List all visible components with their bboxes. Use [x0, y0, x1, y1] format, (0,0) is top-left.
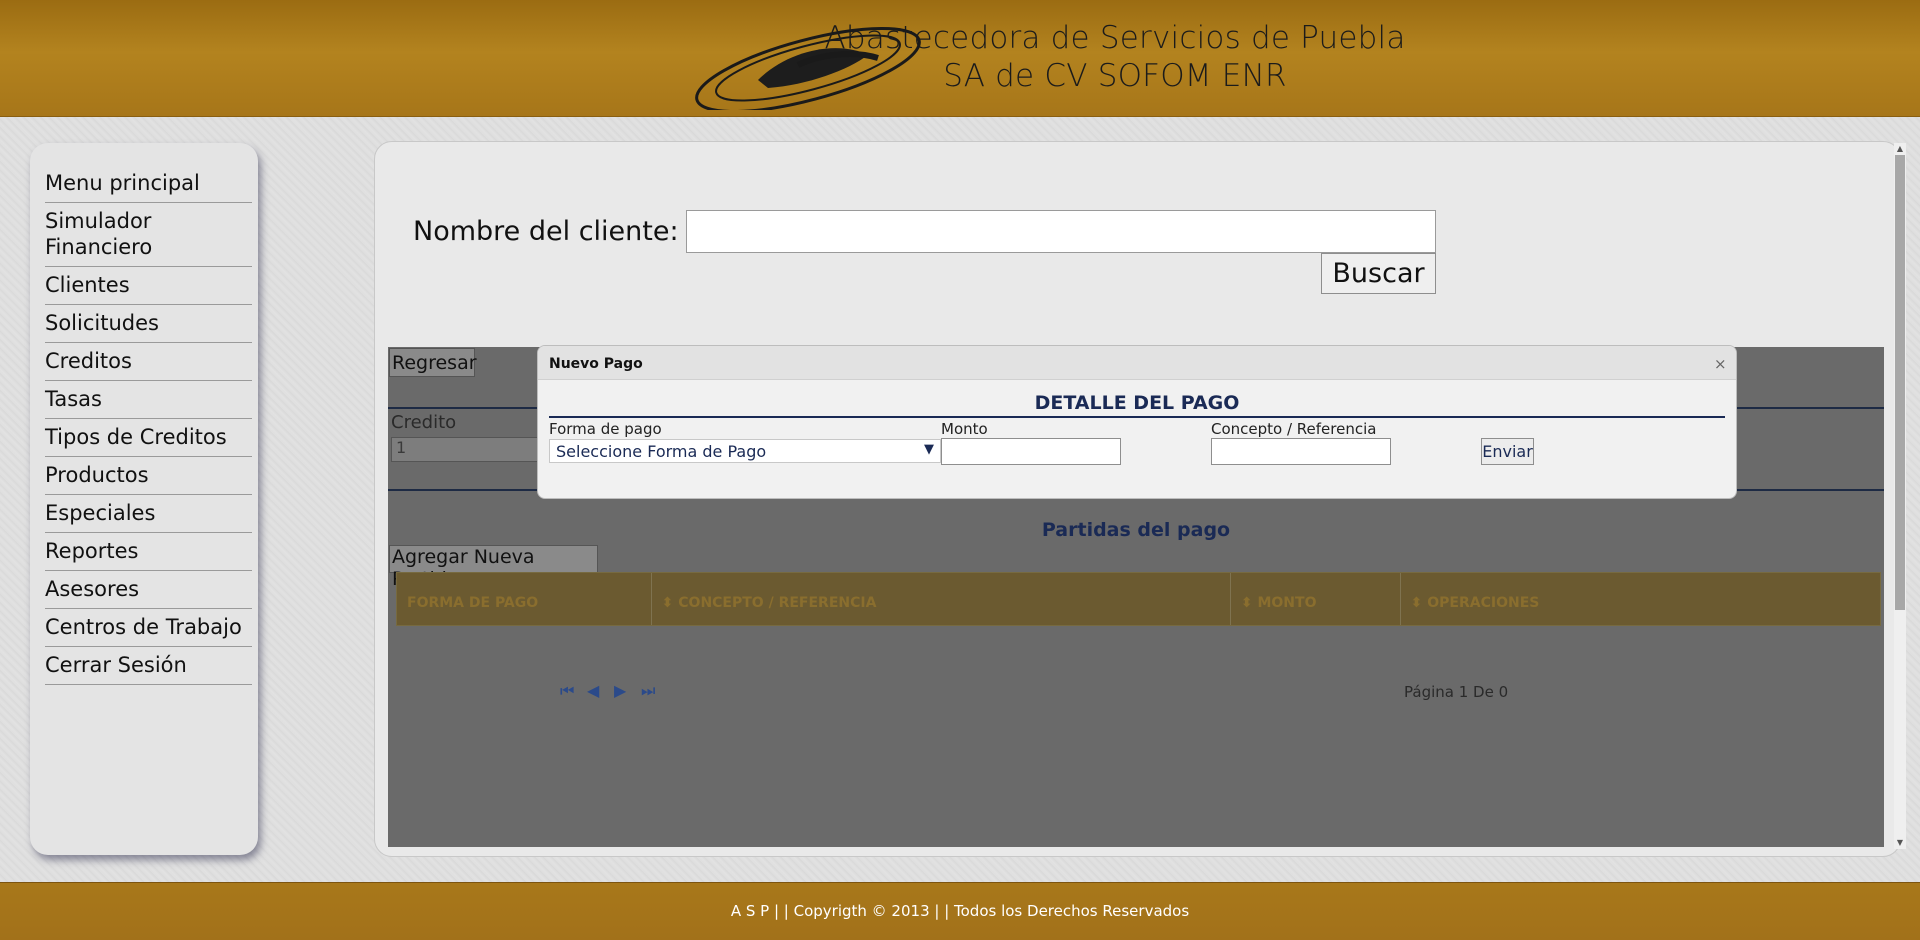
company-name-line1: Abastecedora de Servicios de Puebla — [824, 20, 1406, 56]
sidebar-item-tipos-de-creditos[interactable]: Tipos de Creditos — [45, 419, 252, 457]
sidebar-item-centros-de-trabajo[interactable]: Centros de Trabajo — [45, 609, 252, 647]
page-indicator: Página 1 De 0 — [1404, 683, 1509, 701]
column-label: OPERACIONES — [1427, 595, 1540, 611]
vertical-scrollbar[interactable]: ▲ ▼ — [1894, 143, 1906, 849]
new-payment-dialog: Nuevo Pago × DETALLE DEL PAGO Forma de p… — [537, 345, 1737, 499]
payment-method-selected: Seleccione Forma de Pago — [556, 442, 767, 461]
last-page-icon[interactable]: ⏭ — [641, 682, 659, 700]
sidebar-item-tasas[interactable]: Tasas — [45, 381, 252, 419]
prev-page-icon[interactable]: ◀ — [587, 682, 605, 700]
credito-label: Credito — [391, 412, 457, 433]
payment-detail-title: DETALLE DEL PAGO — [1034, 392, 1240, 414]
partidas-title: Partidas del pago — [1041, 519, 1231, 541]
copyright-text: A S P | | Copyrigth © 2013 | | Todos los… — [730, 902, 1190, 920]
submit-button[interactable]: Enviar — [1481, 438, 1534, 465]
credito-field: 1 — [391, 437, 541, 462]
sidebar-item-menu-principal[interactable]: Menu principal — [45, 165, 252, 203]
sidebar-menu: Menu principal Simulador Financiero Clie… — [30, 143, 258, 855]
column-concepto-referencia[interactable]: ⬍ CONCEPTO / REFERENCIA — [652, 573, 1231, 625]
sidebar-item-cerrar-sesion[interactable]: Cerrar Sesión — [45, 647, 252, 685]
first-page-icon[interactable]: ⏮ — [560, 682, 578, 700]
column-label: MONTO — [1257, 595, 1317, 611]
header-banner: Abastecedora de Servicios de Puebla SA d… — [0, 0, 1920, 117]
search-button[interactable]: Buscar — [1321, 253, 1436, 294]
payment-method-label: Forma de pago — [549, 420, 662, 438]
sidebar-item-productos[interactable]: Productos — [45, 457, 252, 495]
sidebar-item-creditos[interactable]: Creditos — [45, 343, 252, 381]
sidebar-item-asesores[interactable]: Asesores — [45, 571, 252, 609]
scroll-thumb[interactable] — [1895, 155, 1905, 610]
column-monto[interactable]: ⬍ MONTO — [1231, 573, 1401, 625]
payment-method-select[interactable]: Seleccione Forma de Pago ▼ — [549, 439, 941, 463]
sidebar-item-especiales[interactable]: Especiales — [45, 495, 252, 533]
client-name-label: Nombre del cliente: — [413, 216, 679, 247]
sidebar-item-clientes[interactable]: Clientes — [45, 267, 252, 305]
column-operaciones[interactable]: ⬍ OPERACIONES — [1401, 573, 1880, 625]
add-partida-button[interactable]: Agregar Nueva Partida — [389, 545, 598, 590]
sidebar-item-reportes[interactable]: Reportes — [45, 533, 252, 571]
dialog-title: Nuevo Pago — [549, 356, 643, 372]
company-name-line2: SA de CV SOFOM ENR — [943, 58, 1287, 94]
back-button[interactable]: Regresar — [389, 348, 477, 377]
next-page-icon[interactable]: ▶ — [614, 682, 632, 700]
pager-controls: ⏮ ◀ ▶ ⏭ — [560, 682, 659, 700]
column-forma-de-pago[interactable]: FORMA DE PAGO — [397, 573, 652, 625]
chevron-down-icon: ▼ — [924, 442, 934, 457]
amount-label: Monto — [941, 420, 988, 438]
amount-input[interactable] — [941, 438, 1121, 465]
divider — [549, 416, 1725, 418]
reference-input[interactable] — [1211, 438, 1391, 465]
sidebar-item-simulador-financiero[interactable]: Simulador Financiero — [45, 203, 252, 267]
partidas-grid-header: FORMA DE PAGO ⬍ CONCEPTO / REFERENCIA ⬍ … — [396, 572, 1881, 626]
close-icon[interactable]: × — [1714, 355, 1727, 373]
scroll-up-arrow-icon[interactable]: ▲ — [1895, 144, 1905, 154]
footer: A S P | | Copyrigth © 2013 | | Todos los… — [0, 882, 1920, 940]
column-label: CONCEPTO / REFERENCIA — [678, 595, 877, 611]
scroll-down-arrow-icon[interactable]: ▼ — [1895, 838, 1905, 848]
sidebar-item-solicitudes[interactable]: Solicitudes — [45, 305, 252, 343]
main-panel: Nombre del cliente: Buscar Regresar Cred… — [374, 141, 1901, 857]
reference-label: Concepto / Referencia — [1211, 420, 1377, 438]
client-name-input[interactable] — [686, 210, 1436, 253]
dialog-header: Nuevo Pago × — [538, 346, 1736, 380]
